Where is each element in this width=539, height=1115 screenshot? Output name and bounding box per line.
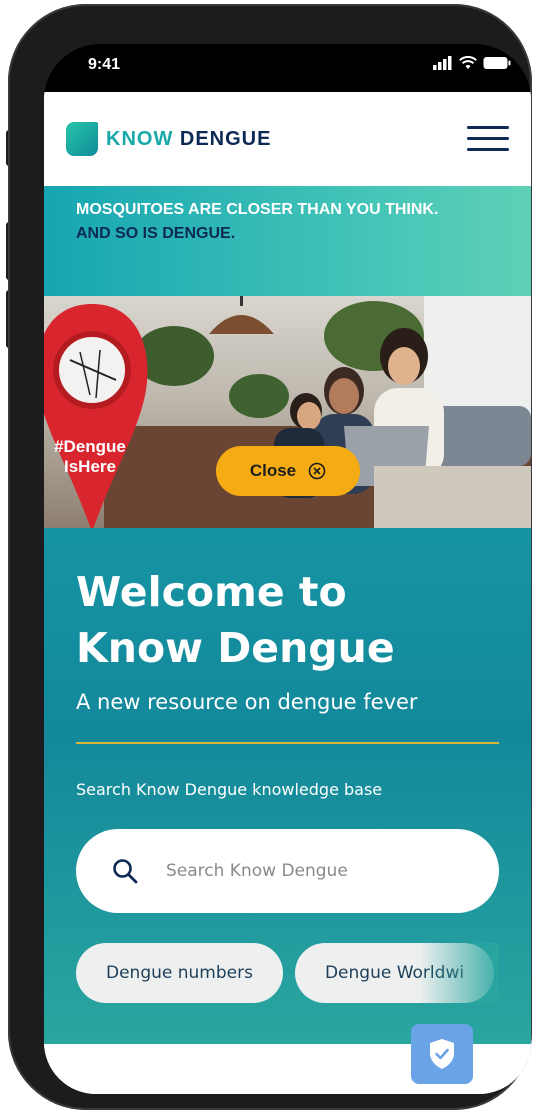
- status-time: 9:41: [88, 56, 121, 73]
- status-bar: 9:41: [44, 44, 531, 92]
- search-icon: [113, 859, 138, 884]
- search-label: Search Know Dengue knowledge base: [76, 780, 383, 799]
- location-pin-mosquito-graphic: #Dengue IsHere: [44, 304, 148, 528]
- welcome-section: Welcome to Know Dengue A new resource on…: [44, 528, 531, 1046]
- close-button[interactable]: Close: [216, 446, 360, 496]
- topic-chips: Dengue numbers Dengue Worldwi: [76, 943, 499, 1003]
- signal-icon: [433, 56, 452, 70]
- title-line2: Know Dengue: [76, 624, 395, 672]
- battery-icon: [483, 57, 511, 69]
- status-icons: [433, 56, 511, 70]
- chips-fade-overlay: [419, 943, 499, 1003]
- search-bar[interactable]: [76, 829, 499, 913]
- page-title: Welcome to Know Dengue: [76, 528, 499, 676]
- title-line1: Welcome to: [76, 568, 347, 616]
- phone-frame: 9:41 KNOW DENGUE MOSQUITOES ARE CLOSER T…: [8, 4, 532, 1110]
- alert-banner: MOSQUITOES ARE CLOSER THAN YOU THINK. AN…: [44, 186, 531, 296]
- logo-mark-icon: [66, 122, 98, 156]
- page-subtitle: A new resource on dengue fever: [76, 690, 418, 714]
- privacy-shield-button[interactable]: [411, 1024, 473, 1084]
- banner-line2: AND SO IS DENGUE.: [76, 225, 236, 242]
- banner-line1: MOSQUITOES ARE CLOSER THAN YOU THINK.: [76, 201, 439, 218]
- know-dengue-logo[interactable]: KNOW DENGUE: [66, 122, 271, 156]
- search-input[interactable]: [164, 860, 448, 882]
- pin-hashtag-line2: IsHere: [64, 457, 116, 476]
- phone-screen: 9:41 KNOW DENGUE MOSQUITOES ARE CLOSER T…: [44, 44, 531, 1094]
- wifi-icon: [459, 56, 477, 69]
- logo-text: KNOW DENGUE: [106, 128, 271, 151]
- hamburger-menu-icon[interactable]: [467, 126, 509, 154]
- hero-image: #Dengue IsHere Close: [44, 296, 531, 528]
- logo-word-dengue: DENGUE: [179, 127, 272, 150]
- gold-divider: [76, 742, 499, 744]
- pin-hashtag-line1: #Dengue: [54, 437, 126, 456]
- chip-dengue-numbers[interactable]: Dengue numbers: [76, 943, 283, 1003]
- app-header: KNOW DENGUE: [44, 92, 531, 186]
- app-content: KNOW DENGUE MOSQUITOES ARE CLOSER THAN Y…: [44, 92, 531, 1094]
- shield-check-icon: [430, 1039, 454, 1069]
- close-button-label: Close: [249, 461, 297, 480]
- close-circle-icon: [308, 462, 326, 480]
- logo-word-know: KNOW: [106, 127, 174, 150]
